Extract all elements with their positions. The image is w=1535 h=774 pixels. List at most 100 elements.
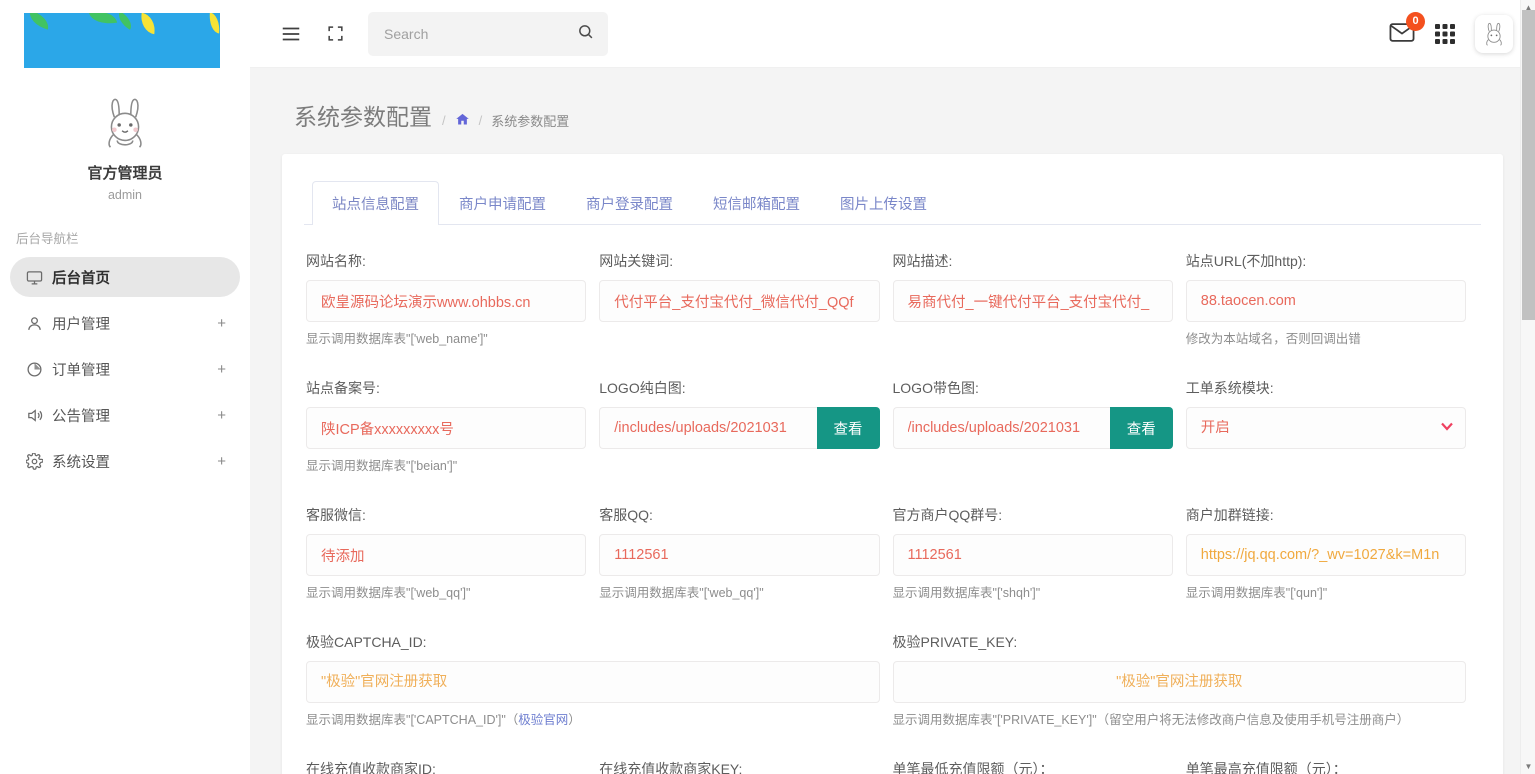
profile-role: admin [0,188,250,202]
mail-icon[interactable]: 0 [1389,22,1415,46]
field-recharge-merchant-key: 在线充值收款商家KEY: [599,759,892,774]
field-label: 在线充值收款商家KEY: [599,759,879,774]
captcha-id-input[interactable] [306,661,880,703]
tab-image-upload[interactable]: 图片上传设置 [820,181,947,225]
field-logo-color: LOGO带色图: 查看 [893,378,1186,475]
sidebar-item-label: 订单管理 [52,359,217,380]
field-hint: 显示调用数据库表"['shqh']" [893,584,1173,602]
field-hint: 显示调用数据库表"['web_qq']" [306,584,586,602]
sidebar-item-order-management[interactable]: 订单管理 + [10,349,240,389]
topbar-actions: 0 [1389,15,1513,53]
site-keywords-input[interactable] [599,280,879,322]
hint-suffix: ） [568,713,581,727]
row-spacer [304,348,1481,378]
field-hint: 显示调用数据库表"['web_qq']" [599,584,879,602]
expand-plus-icon[interactable]: + [217,408,226,423]
sidebar-item-label: 公告管理 [52,405,217,426]
row-spacer [304,729,1481,759]
group-join-link-input[interactable] [1186,534,1466,576]
hamburger-icon[interactable] [274,17,308,51]
field-label: 单笔最高充值限额（元）： [1186,759,1466,774]
avatar[interactable] [94,92,156,154]
gear-icon [26,453,52,470]
tab-merchant-apply[interactable]: 商户申请配置 [439,181,566,225]
sidebar-item-label: 系统设置 [52,451,217,472]
field-label: LOGO纯白图: [599,378,879,398]
expand-plus-icon[interactable]: + [217,316,226,331]
vertical-scrollbar[interactable]: ▲ ▼ [1520,0,1535,774]
breadcrumb-current[interactable]: 系统参数配置 [491,111,569,130]
service-qq-input[interactable] [599,534,879,576]
logo-white-view-button[interactable]: 查看 [817,407,880,449]
tab-merchant-login[interactable]: 商户登录配置 [566,181,693,225]
scrollbar-thumb[interactable] [1522,10,1535,320]
expand-plus-icon[interactable]: + [217,454,226,469]
field-label: 站点备案号: [306,378,586,398]
field-max-recharge: 单笔最高充值限额（元）： [1186,759,1479,774]
field-hint: 修改为本站域名，否则回调出错 [1186,330,1466,348]
search-input[interactable] [382,25,577,43]
page-header: 系统参数配置 / / 系统参数配置 [272,68,1513,154]
logo-color-view-button[interactable]: 查看 [1110,407,1173,449]
content-area: 系统参数配置 / / 系统参数配置 站点信息配置 商户申请配置 商户 [250,68,1535,774]
tab-sms-email[interactable]: 短信邮箱配置 [693,181,820,225]
sidebar-item-label: 用户管理 [52,313,217,334]
home-icon[interactable] [455,112,470,130]
form-row-2: 站点备案号: 显示调用数据库表"['beian']" LOGO纯白图: 查看 L… [304,378,1481,475]
field-site-keywords: 网站关键词: [599,251,892,348]
search-icon[interactable] [577,23,594,45]
monitor-icon [26,269,52,286]
row-spacer [304,602,1481,632]
field-label: 工单系统模块: [1186,378,1466,398]
merchant-qq-group-input[interactable] [893,534,1173,576]
field-label: 客服QQ: [599,505,879,525]
brand-header[interactable]: 欧 欧皇演示 [0,0,250,68]
search-box[interactable] [368,12,608,56]
field-label: 网站描述: [893,251,1173,271]
field-beian: 站点备案号: 显示调用数据库表"['beian']" [306,378,599,475]
row-spacer [304,475,1481,505]
field-service-wechat: 客服微信: 显示调用数据库表"['web_qq']" [306,505,599,602]
profile-name: 官方管理员 [0,164,250,184]
logo-white-input[interactable] [599,407,816,449]
expand-plus-icon[interactable]: + [217,362,226,377]
field-label: 极验CAPTCHA_ID: [306,632,880,652]
field-group-join-link: 商户加群链接: 显示调用数据库表"['qun']" [1186,505,1479,602]
private-key-input[interactable] [893,661,1467,703]
logo-color-group: 查看 [893,407,1173,449]
user-profile: 官方管理员 admin [0,68,250,212]
field-label: 网站关键词: [599,251,879,271]
geetest-official-link[interactable]: 极验官网 [518,713,568,727]
pie-chart-icon [26,361,52,378]
tab-site-info[interactable]: 站点信息配置 [312,181,439,225]
field-recharge-merchant-id: 在线充值收款商家ID: [306,759,599,774]
beian-input[interactable] [306,407,586,449]
scroll-down-arrow-icon[interactable]: ▼ [1521,759,1535,774]
field-label: 官方商户QQ群号: [893,505,1173,525]
nav-heading: 后台导航栏 [0,212,250,257]
breadcrumb-separator: / [479,113,483,128]
sidebar-item-dashboard[interactable]: 后台首页 [10,257,240,297]
speaker-icon [26,407,52,424]
site-description-input[interactable] [893,280,1173,322]
fullscreen-icon[interactable] [318,17,352,51]
service-wechat-input[interactable] [306,534,586,576]
banner-overlay-image [24,13,220,68]
site-url-input[interactable] [1186,280,1466,322]
apps-grid-icon[interactable] [1433,22,1457,46]
site-name-input[interactable] [306,280,586,322]
sidebar-item-user-management[interactable]: 用户管理 + [10,303,240,343]
field-label: 极验PRIVATE_KEY: [893,632,1467,652]
logo-color-input[interactable] [893,407,1110,449]
sidebar-item-system-settings[interactable]: 系统设置 + [10,441,240,481]
field-hint: 显示调用数据库表"['beian']" [306,457,586,475]
settings-card: 站点信息配置 商户申请配置 商户登录配置 短信邮箱配置 图片上传设置 网站名称:… [282,154,1503,774]
form-row-4: 极验CAPTCHA_ID: 显示调用数据库表"['CAPTCHA_ID']"（极… [304,632,1481,729]
field-hint: 显示调用数据库表"['CAPTCHA_ID']"（极验官网） [306,711,880,729]
work-order-select[interactable]: 开启 [1186,407,1466,449]
breadcrumb-separator: / [442,113,446,128]
field-site-description: 网站描述: [893,251,1186,348]
sidebar-item-announcement-management[interactable]: 公告管理 + [10,395,240,435]
rabbit-avatar-icon[interactable] [1475,15,1513,53]
top-bar: 0 [250,0,1535,68]
